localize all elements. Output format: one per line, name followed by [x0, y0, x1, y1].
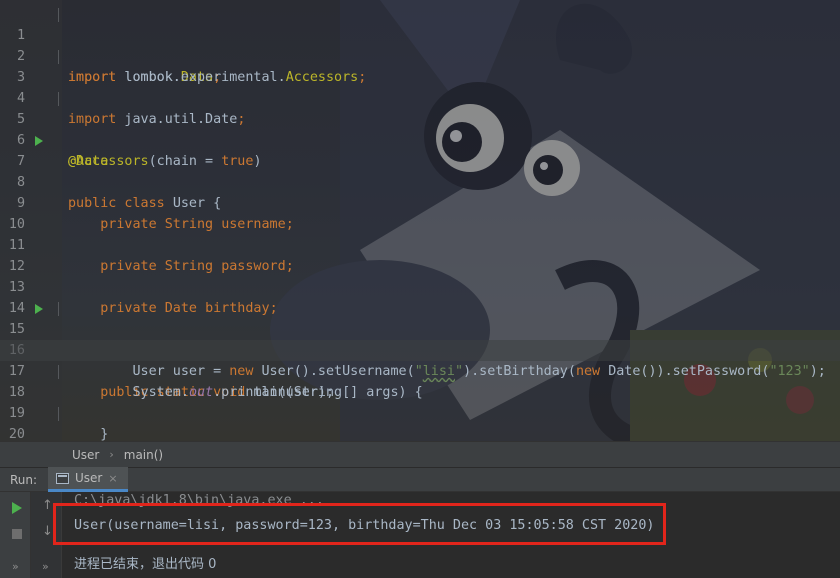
- code-line: 3 import java.util.Date;: [0, 46, 840, 127]
- breadcrumb-item-class[interactable]: User: [72, 448, 99, 462]
- code-line: 13 private Date birthday;: [0, 256, 840, 316]
- run-main-icon[interactable]: [35, 304, 43, 314]
- run-panel-label: Run:: [10, 472, 38, 487]
- run-class-icon[interactable]: [35, 136, 43, 146]
- code-line: 14: [0, 277, 840, 316]
- code-line: 7 public class User {: [0, 130, 840, 211]
- code-line: 12: [0, 235, 840, 274]
- code-line: 9 private String username;: [0, 172, 840, 232]
- code-line: 19: [0, 382, 840, 421]
- fold-marker[interactable]: [58, 50, 59, 64]
- code-lines: 1 import lombok.Data; 2 import lombok.ex…: [0, 4, 840, 441]
- code-editor[interactable]: 1 import lombok.Data; 2 import lombok.ex…: [0, 0, 840, 441]
- fold-marker[interactable]: [58, 8, 59, 22]
- code-line: 2 import lombok.experimental.Accessors;: [0, 25, 840, 85]
- code-line: 1 import lombok.Data;: [0, 4, 840, 85]
- fold-marker[interactable]: [58, 407, 59, 421]
- run-panel-body: » ↑ ↓ » C:\java\jdk1.8\bin\java.exe ... …: [0, 492, 840, 578]
- console-output[interactable]: C:\java\jdk1.8\bin\java.exe ... User(use…: [74, 492, 654, 575]
- code-line: 11 private String password;: [0, 214, 840, 274]
- code-line: 6 @Accessors(chain = true): [0, 109, 840, 169]
- console-command-line: C:\java\jdk1.8\bin\java.exe ...: [74, 493, 324, 508]
- arrow-down-icon[interactable]: ↓: [42, 524, 53, 539]
- more-actions-icon[interactable]: »: [42, 560, 49, 573]
- breadcrumb-separator: ›: [109, 448, 114, 461]
- code-line: 8: [0, 151, 840, 190]
- breadcrumb: User › main(): [0, 441, 840, 467]
- console-output-line: User(username=lisi, password=123, birthd…: [74, 518, 655, 533]
- fold-marker[interactable]: [58, 92, 59, 106]
- breadcrumb-item-method[interactable]: main(): [124, 448, 163, 462]
- stop-icon[interactable]: [12, 529, 22, 539]
- play-icon[interactable]: [12, 502, 22, 514]
- run-tab-user[interactable]: User ×: [48, 467, 128, 492]
- code-line: 20 }: [0, 403, 840, 441]
- console-exit-line: 进程已结束，退出代码 0: [74, 557, 217, 572]
- run-toolbar: »: [0, 492, 31, 578]
- more-actions-icon[interactable]: »: [12, 560, 19, 573]
- code-line: 18 }: [0, 361, 840, 441]
- code-line: 10: [0, 193, 840, 232]
- run-tab-label: User: [75, 471, 103, 485]
- current-code-line: 17 System.out.println(user);: [0, 340, 840, 400]
- code-line: 4: [0, 67, 840, 106]
- run-panel-header: Run: User ×: [0, 467, 840, 492]
- console-tab-icon: [56, 472, 69, 484]
- fold-marker[interactable]: [58, 302, 59, 316]
- line-number: 20: [8, 427, 25, 441]
- code-line: 5 @Data: [0, 88, 840, 169]
- arrow-up-icon[interactable]: ↑: [42, 498, 53, 513]
- code-line: 15 public static void main(String[] args…: [0, 298, 840, 400]
- code-text: }: [100, 427, 109, 441]
- close-icon[interactable]: ×: [108, 472, 117, 485]
- console-toolbar: ↑ ↓ »: [31, 492, 62, 578]
- fold-marker[interactable]: [58, 365, 59, 379]
- code-line: 16 User user = new User().setUsername("l…: [0, 319, 840, 379]
